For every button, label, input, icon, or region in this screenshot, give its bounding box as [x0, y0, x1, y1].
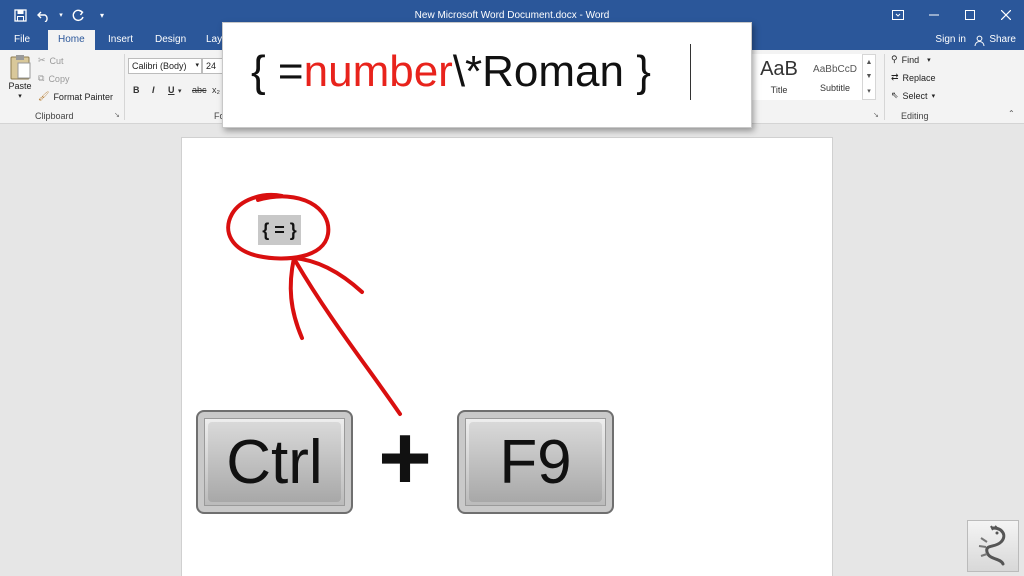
italic-button[interactable]: I [152, 85, 155, 95]
scroll-up-icon[interactable]: ▲ [866, 59, 873, 66]
tab-design[interactable]: Design [145, 30, 196, 50]
plus-sign: + [378, 407, 432, 509]
share-button[interactable]: Share [974, 30, 1016, 50]
search-icon: ⚲ [891, 54, 898, 64]
close-icon[interactable] [988, 0, 1024, 30]
field-code-text: { =number\*Roman } [251, 43, 651, 101]
field-code-braces[interactable]: { = } [258, 215, 301, 245]
editing-group-label: Editing [901, 111, 929, 121]
copy-button[interactable]: ⧉ Copy [38, 73, 69, 84]
tab-insert[interactable]: Insert [98, 30, 143, 50]
scissors-icon: ✂ [38, 55, 46, 65]
style-title-preview: AaB [760, 58, 798, 80]
strikethrough-button[interactable]: abc [192, 85, 207, 95]
dragon-logo [967, 520, 1019, 572]
find-dropdown-icon[interactable]: ▾ [927, 56, 931, 64]
styles-gallery-scroll[interactable]: ▲ ▼ ▾ [862, 54, 876, 100]
copy-label: Copy [48, 73, 70, 84]
style-subtitle-name: Subtitle [819, 83, 851, 93]
select-button[interactable]: ⇖ Select ▾ [891, 90, 935, 101]
f9-key-label: F9 [469, 422, 602, 502]
document-title: New Microsoft Word Document.docx - Word [414, 10, 610, 21]
select-label: Select [902, 90, 928, 101]
tab-file[interactable]: File [4, 30, 40, 50]
style-subtitle-preview: AaBbCcD [813, 64, 857, 75]
underline-dropdown-icon[interactable]: ▾ [178, 87, 182, 95]
more-styles-icon[interactable]: ▾ [867, 87, 871, 95]
field-code-switch: \*Roman } [452, 47, 651, 96]
field-code-callout: { =number\*Roman } [222, 22, 752, 128]
maximize-icon[interactable] [952, 0, 988, 30]
text-cursor [690, 44, 691, 100]
subscript-button[interactable]: x₂ [212, 85, 220, 95]
font-name-dropdown-icon[interactable]: ▾ [195, 59, 199, 73]
collapse-ribbon-icon[interactable]: ⌃ [1008, 109, 1015, 118]
underline-button[interactable]: U [168, 85, 175, 95]
select-dropdown-icon[interactable]: ▾ [932, 92, 936, 100]
format-painter-label: Format Painter [53, 91, 113, 102]
cut-button[interactable]: ✂ Cut [38, 55, 64, 66]
font-size-value: 24 [206, 61, 217, 71]
share-label: Share [989, 34, 1016, 45]
group-separator [124, 54, 125, 120]
field-code-highlight: number [303, 47, 453, 96]
clipboard-icon [10, 55, 31, 80]
ribbon-display-icon[interactable] [880, 0, 916, 30]
ctrl-key-label: Ctrl [208, 422, 341, 502]
clipboard-launcher-icon[interactable]: ↘ [114, 111, 120, 119]
cursor-icon: ⇖ [891, 90, 899, 100]
styles-launcher-icon[interactable]: ↘ [873, 111, 879, 119]
replace-icon: ⇄ [891, 72, 899, 82]
field-code-open: { = [251, 47, 304, 96]
style-subtitle[interactable]: AaBbCcD Subtitle [808, 54, 862, 100]
find-label: Find [901, 54, 920, 65]
ctrl-key: Ctrl [196, 410, 353, 514]
tab-home[interactable]: Home [48, 30, 95, 50]
paintbrush-icon: 🖌 [38, 91, 50, 101]
cut-label: Cut [49, 55, 64, 66]
copy-icon: ⧉ [38, 73, 45, 83]
paste-label: Paste [8, 81, 32, 91]
clipboard-group-label: Clipboard [35, 111, 74, 121]
group-separator [884, 54, 885, 120]
format-painter-button[interactable]: 🖌 Format Painter [38, 91, 113, 102]
paste-button[interactable]: Paste ▾ [8, 54, 32, 100]
dragon-icon [978, 525, 1006, 566]
f9-key: F9 [457, 410, 614, 514]
style-title[interactable]: AaB Title [750, 54, 808, 100]
person-icon [974, 35, 985, 46]
bold-button[interactable]: B [133, 85, 140, 95]
minimize-icon[interactable] [916, 0, 952, 30]
font-name-box[interactable]: Calibri (Body) ▾ [128, 58, 202, 74]
style-title-name: Title [770, 85, 788, 95]
font-name-value: Calibri (Body) [132, 61, 187, 71]
sign-in-link[interactable]: Sign in [935, 30, 966, 50]
scroll-down-icon[interactable]: ▼ [866, 73, 873, 80]
replace-label: Replace [902, 72, 936, 83]
paste-dropdown-icon[interactable]: ▾ [18, 92, 22, 100]
find-button[interactable]: ⚲ Find ▾ [891, 54, 931, 65]
replace-button[interactable]: ⇄ Replace [891, 72, 936, 83]
